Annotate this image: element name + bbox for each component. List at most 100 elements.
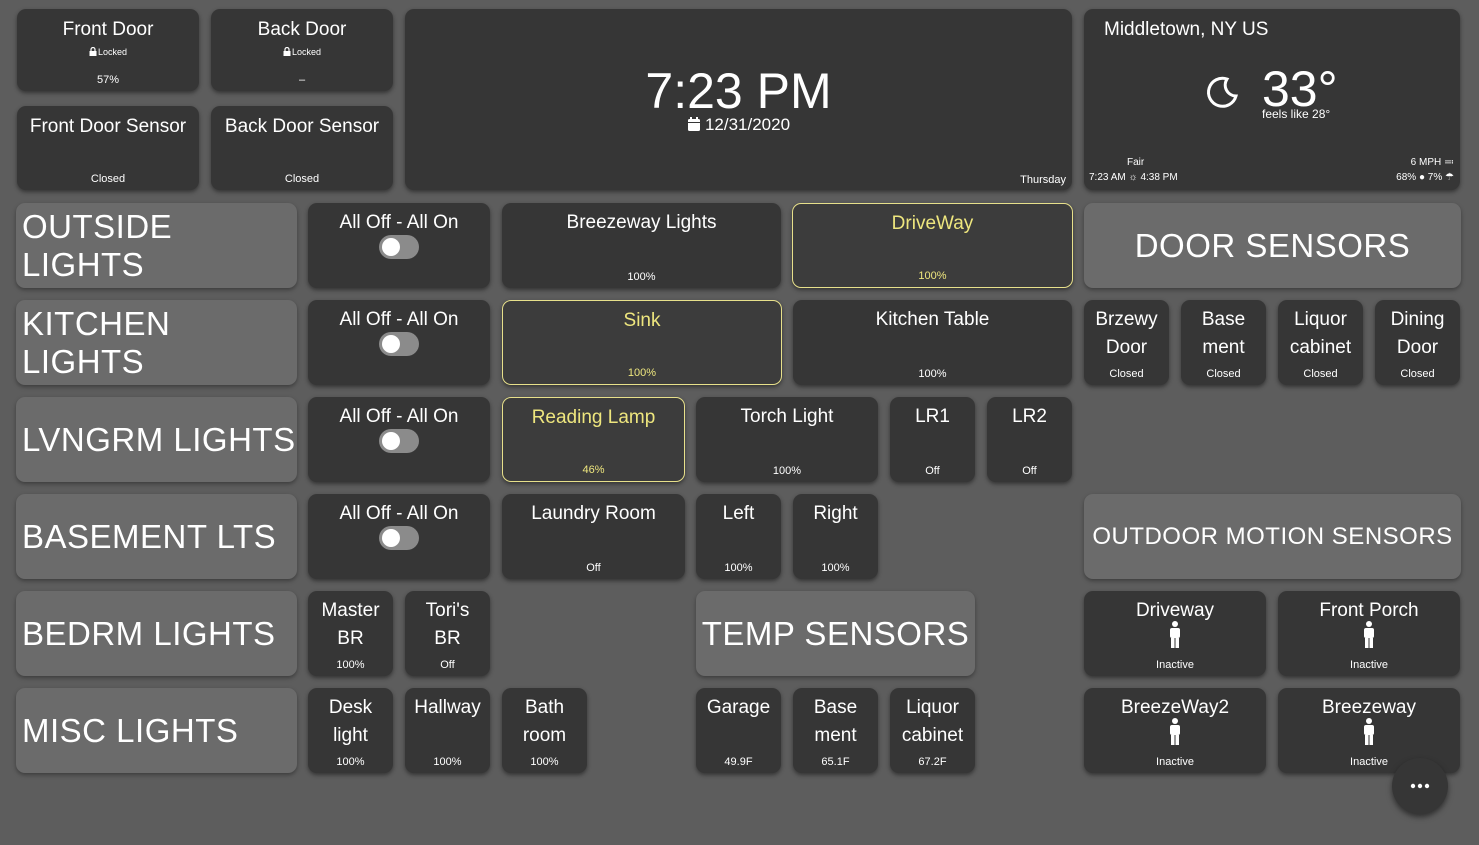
basement-door-sensor-tile[interactable]: Base ment Closed <box>1181 300 1266 385</box>
torch-light-name: Torch Light <box>740 406 834 427</box>
outside-all-toggle[interactable]: All Off - All On <box>308 203 490 288</box>
toris-br-name-line1: Tori's <box>425 600 470 621</box>
droplet-icon: ● <box>1418 172 1426 183</box>
living-all-toggle[interactable]: All Off - All On <box>308 397 490 482</box>
brzewy-door-state: Closed <box>1109 368 1144 380</box>
toggle-label: All Off - All On <box>339 309 459 330</box>
liquor-cabinet-temp-value: 67.2F <box>918 756 947 768</box>
bathroom-light-tile[interactable]: Bath room 100% <box>502 688 587 773</box>
front-door-sensor-name: Front Door Sensor <box>29 116 187 137</box>
master-br-name-line1: Master <box>321 600 380 621</box>
sink-light-state: 100% <box>627 367 657 379</box>
garage-temp-tile[interactable]: Garage 49.9F <box>696 688 781 773</box>
moon-icon <box>1207 76 1238 108</box>
front-door-sensor-tile[interactable]: Front Door Sensor Closed <box>17 106 199 190</box>
front-porch-motion-state: Inactive <box>1350 659 1388 671</box>
master-br-light-tile[interactable]: Master BR 100% <box>308 591 393 676</box>
liquor-cabinet-state: Closed <box>1303 368 1338 380</box>
basement-temp-tile[interactable]: Base ment 65.1F <box>793 688 878 773</box>
toggle-label: All Off - All On <box>339 212 459 233</box>
dining-door-sensor-tile[interactable]: Dining Door Closed <box>1375 300 1460 385</box>
sink-light-tile[interactable]: Sink 100% <box>502 300 782 385</box>
kitchen-table-light-tile[interactable]: Kitchen Table 100% <box>793 300 1072 385</box>
driveway-motion-state: Inactive <box>1156 659 1194 671</box>
weather-feels-like: feels like 28° <box>1262 107 1331 121</box>
sunrise-time: 7:23 AM <box>1089 172 1126 183</box>
driveway-motion-tile[interactable]: Driveway Inactive <box>1084 591 1266 676</box>
weather-location: Middletown, NY US <box>1104 19 1269 40</box>
liquor-cabinet-sensor-tile[interactable]: Liquor cabinet Closed <box>1278 300 1363 385</box>
toggle-knob <box>382 529 400 547</box>
toggle-switch[interactable] <box>379 235 419 259</box>
person-icon <box>1364 621 1374 648</box>
dining-door-state: Closed <box>1400 368 1435 380</box>
breezeway-lights-tile[interactable]: Breezeway Lights 100% <box>502 203 781 288</box>
back-door-lock-tile[interactable]: Back Door Locked – <box>211 9 393 91</box>
liquor-cabinet-temp-tile[interactable]: Liquor cabinet 67.2F <box>890 688 975 773</box>
temp-sensors-header: TEMP SENSORS <box>696 591 975 676</box>
dining-door-name-line1: Dining <box>1390 309 1445 330</box>
desk-light-name-line1: Desk <box>328 697 373 718</box>
hallway-light-tile[interactable]: Hallway 100% <box>405 688 490 773</box>
front-door-battery: 57% <box>96 74 120 86</box>
bathroom-name-line2: room <box>522 725 567 746</box>
clock-tile: 7:23 PM 12/31/2020 Thursday <box>405 9 1072 190</box>
brzewy-door-sensor-tile[interactable]: Brzewy Door Closed <box>1084 300 1169 385</box>
breezeway2-motion-tile[interactable]: BreezeWay2 Inactive <box>1084 688 1266 773</box>
back-door-lock-status: Locked <box>291 47 322 57</box>
reading-lamp-name: Reading Lamp <box>531 407 656 428</box>
back-door-sensor-tile[interactable]: Back Door Sensor Closed <box>211 106 393 190</box>
toris-br-light-state: Off <box>440 659 455 671</box>
front-door-lock-status: Locked <box>97 47 128 57</box>
front-door-name: Front Door <box>62 19 154 40</box>
front-door-lock-tile[interactable]: Front Door Locked 57% <box>17 9 199 91</box>
toggle-switch[interactable] <box>379 429 419 453</box>
lr2-light-name: LR2 <box>1012 406 1047 427</box>
sink-light-name: Sink <box>623 310 661 331</box>
kitchen-all-toggle[interactable]: All Off - All On <box>308 300 490 385</box>
liquor-temp-name-line2: cabinet <box>901 725 964 746</box>
basement-door-name-line1: Base <box>1201 309 1246 330</box>
basement-all-toggle[interactable]: All Off - All On <box>308 494 490 579</box>
toggle-switch[interactable] <box>379 526 419 550</box>
basement-lights-header: BASEMENT LTS <box>16 494 297 579</box>
basement-temp-name-line2: ment <box>814 725 857 746</box>
more-menu-button[interactable] <box>1392 758 1448 814</box>
torch-light-tile[interactable]: Torch Light 100% <box>696 397 878 482</box>
breezeway-lights-state: 100% <box>627 271 656 283</box>
hallway-light-name: Hallway <box>414 697 481 718</box>
right-light-tile[interactable]: Right 100% <box>793 494 878 579</box>
right-light-state: 100% <box>821 562 850 574</box>
desk-light-tile[interactable]: Desk light 100% <box>308 688 393 773</box>
kitchen-table-light-state: 100% <box>918 368 947 380</box>
lr2-light-tile[interactable]: LR2 Off <box>987 397 1072 482</box>
weather-tile[interactable]: Middletown, NY US 33° feels like 28° Fai… <box>1084 9 1460 190</box>
front-porch-motion-tile[interactable]: Front Porch Inactive <box>1278 591 1460 676</box>
clock-date: 12/31/2020 <box>704 115 791 134</box>
toggle-switch[interactable] <box>379 332 419 356</box>
misc-lights-header: MISC LIGHTS <box>16 688 297 773</box>
reading-lamp-tile[interactable]: Reading Lamp 46% <box>502 397 685 482</box>
lr1-light-name: LR1 <box>915 406 950 427</box>
hallway-light-state: 100% <box>433 756 462 768</box>
basement-temp-value: 65.1F <box>821 756 850 768</box>
lr1-light-tile[interactable]: LR1 Off <box>890 397 975 482</box>
precip-value: 7% <box>1427 172 1443 183</box>
basement-temp-name-line1: Base <box>813 697 858 718</box>
toggle-knob <box>382 432 400 450</box>
basement-door-name-line2: ment <box>1202 337 1245 358</box>
laundry-room-light-tile[interactable]: Laundry Room Off <box>502 494 685 579</box>
left-light-tile[interactable]: Left 100% <box>696 494 781 579</box>
toggle-label: All Off - All On <box>339 406 459 427</box>
lr2-light-state: Off <box>1022 465 1037 477</box>
liquor-cabinet-name-line2: cabinet <box>1289 337 1352 358</box>
driveway-light-tile[interactable]: DriveWay 100% <box>792 203 1073 288</box>
master-br-name-line2: BR <box>337 628 364 649</box>
desk-light-name-line2: light <box>333 725 368 746</box>
breezeway-lights-name: Breezeway Lights <box>566 212 717 233</box>
garage-temp-value: 49.9F <box>724 756 753 768</box>
clock-weekday: Thursday <box>1020 174 1066 186</box>
toris-br-light-tile[interactable]: Tori's BR Off <box>405 591 490 676</box>
breezeway2-motion-state: Inactive <box>1156 756 1194 768</box>
brzewy-door-name-line2: Door <box>1105 337 1148 358</box>
